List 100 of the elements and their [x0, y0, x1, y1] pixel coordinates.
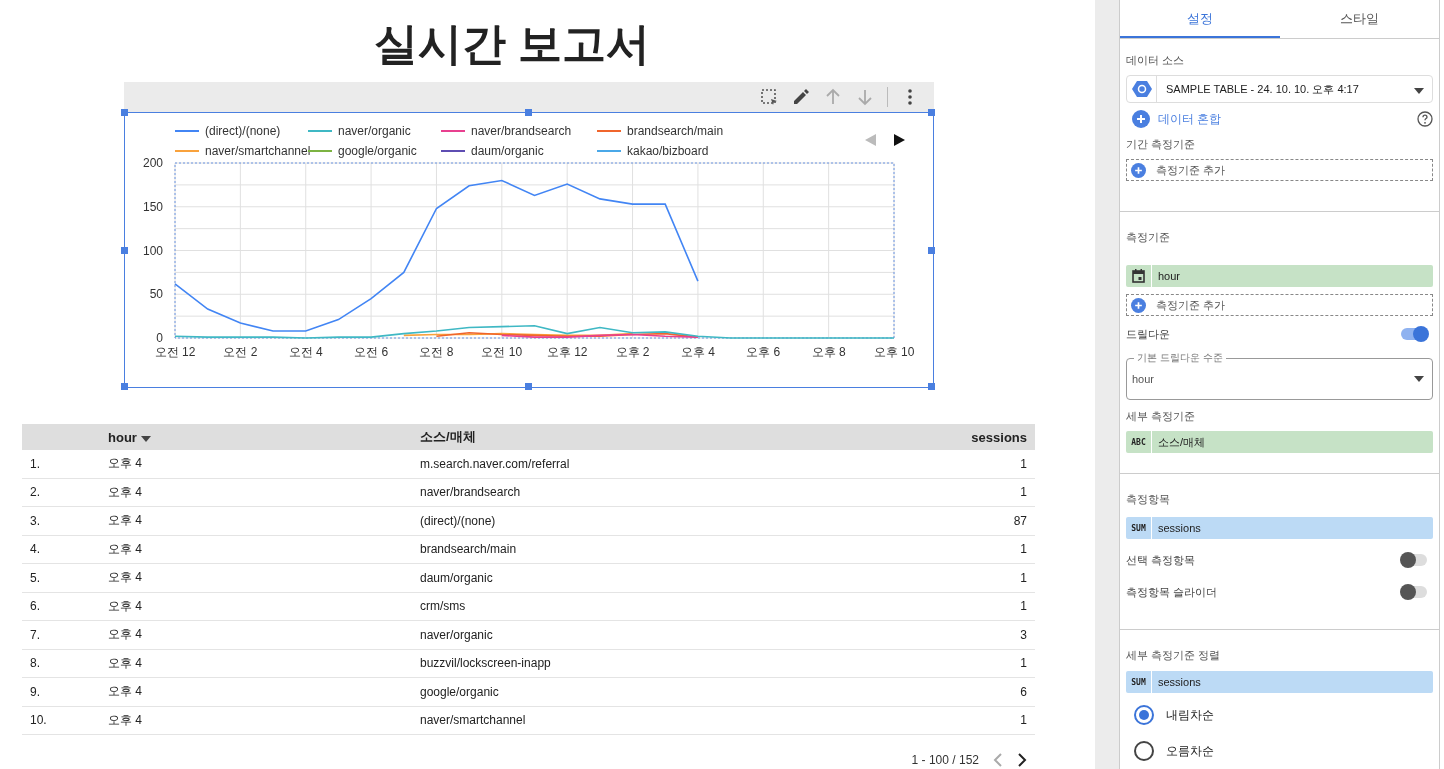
table-cell-text: 오후 4 [108, 455, 143, 473]
resize-handle[interactable] [121, 109, 128, 116]
toggle-switch[interactable] [1401, 328, 1427, 340]
row-number: 10. [29, 713, 48, 728]
table-cell-text: naver/smartchannel [420, 713, 527, 728]
table-cell-text: (direct)/(none) [420, 513, 497, 528]
type-label: SUM [1131, 523, 1146, 533]
table-cell-text: 1 [1019, 713, 1028, 728]
legend-item[interactable]: naver/organic [307, 124, 411, 138]
legend-label: naver/smartchannel [205, 144, 311, 158]
table-cell-text: buzzvil/lockscreen-inapp [420, 656, 552, 671]
y-axis-label: 100 [142, 243, 163, 258]
x-axis-label: 오전 4 [288, 345, 323, 359]
calendar-icon [1132, 269, 1145, 283]
blend-data-link[interactable]: 데이터 혼합 [1158, 110, 1409, 128]
table-cell-text: 1 [1019, 542, 1028, 557]
section-label: 세부 측정기준 [1126, 409, 1197, 424]
caret-icon [1414, 376, 1424, 382]
table-cell-text: 오후 4 [108, 711, 143, 729]
row-number: 3. [29, 513, 41, 528]
row-number: 4. [29, 542, 41, 557]
legend-item[interactable]: naver/brandsearch [440, 124, 572, 138]
legend-item[interactable]: kakao/bizboard [596, 144, 709, 158]
table-cell-text: 3 [1019, 627, 1028, 642]
table-cell-text: 1 [1019, 485, 1028, 500]
resize-handle[interactable] [525, 383, 532, 390]
x-axis-label: 오후 6 [746, 345, 781, 359]
x-axis-label: 오후 8 [811, 345, 846, 359]
y-axis-label: 0 [156, 331, 163, 345]
legend-label: brandsearch/main [627, 124, 724, 138]
panel-tab[interactable]: 스타일 [1279, 2, 1439, 38]
resize-handle[interactable] [121, 383, 128, 390]
x-axis-label: 오전 12 [154, 345, 196, 359]
radio-button[interactable] [1134, 741, 1154, 761]
resize-handle[interactable] [525, 109, 532, 116]
table-cell-text: 오후 4 [108, 654, 143, 672]
field-label: 기본 드릴다운 수준 [1134, 352, 1226, 364]
pencil-icon[interactable] [791, 87, 811, 107]
legend-label: daum/organic [471, 144, 544, 158]
column-header[interactable]: 소스/매체 [420, 428, 835, 446]
type-label: SUM [1131, 677, 1146, 687]
resize-handle[interactable] [121, 247, 128, 254]
legend-label: naver/brandsearch [471, 124, 572, 138]
resize-handle[interactable] [928, 109, 935, 116]
selection-icon[interactable] [759, 87, 779, 107]
table-cell-text: 오후 4 [108, 626, 143, 644]
add-dimension-button[interactable]: 측정기준 추가 [1126, 159, 1433, 181]
field-chip[interactable]: hour [1126, 265, 1433, 287]
x-axis-label: 오후 2 [615, 345, 650, 359]
legend-item[interactable]: (direct)/(none) [174, 124, 281, 138]
table-cell-text: brandsearch/main [420, 542, 518, 557]
y-axis-label: 50 [149, 287, 163, 302]
resize-handle[interactable] [928, 247, 935, 254]
row-number: 2. [29, 485, 41, 500]
x-axis-label: 오후 4 [680, 345, 715, 359]
field-chip[interactable]: SUM sessions [1126, 517, 1433, 539]
row-number: 7. [29, 627, 41, 642]
caret-icon [1414, 88, 1424, 94]
toggle-switch[interactable] [1401, 586, 1427, 598]
table-cell-text: 1 [1019, 599, 1028, 614]
toggle-switch[interactable] [1401, 554, 1427, 566]
drilldown-level-select[interactable]: 기본 드릴다운 수준 hour [1126, 352, 1433, 400]
add-dimension-button[interactable]: 측정기준 추가 [1126, 294, 1433, 316]
x-axis-label: 오후 12 [546, 345, 588, 359]
chart-card[interactable] [124, 112, 934, 388]
row-number: 5. [29, 570, 41, 585]
x-axis-label: 오전 10 [481, 345, 523, 359]
legend-item[interactable]: naver/smartchannel [174, 144, 311, 158]
toggle-label: 드릴다운 [1126, 326, 1170, 342]
previous-page-icon[interactable] [993, 753, 1003, 767]
panel-tab[interactable]: 설정 [1120, 2, 1280, 38]
table-cell-text: daum/organic [420, 570, 494, 585]
table-cell-text: 87 [1012, 513, 1028, 528]
radio-button[interactable] [1134, 705, 1154, 725]
plus-icon [1132, 110, 1150, 128]
data-source-select[interactable]: SAMPLE TABLE - 24. 10. 10. 오후 4:17 [1126, 75, 1433, 103]
field-chip[interactable]: SUM sessions [1126, 671, 1433, 693]
legend-item[interactable]: brandsearch/main [596, 124, 724, 138]
column-header[interactable]: hour [108, 429, 420, 445]
next-page-icon[interactable] [1017, 753, 1027, 767]
radio-label[interactable]: 오름차순 [1166, 742, 1214, 760]
pagination-text: 1 - 100 / 152 [911, 753, 979, 767]
table-cell-text: 1 [1019, 570, 1028, 585]
field-chip[interactable]: ABC 소스/매체 [1126, 431, 1433, 453]
section-label: 측정기준 [1126, 230, 1171, 245]
legend-label: kakao/bizboard [627, 144, 709, 158]
table-cell-text: 6 [1019, 684, 1028, 699]
plus-icon [1131, 162, 1146, 178]
legend-label: (direct)/(none) [205, 124, 281, 138]
y-axis-label: 150 [142, 199, 163, 214]
column-header[interactable]: sessions [835, 429, 1035, 445]
legend-item[interactable]: daum/organic [440, 144, 544, 158]
resize-handle[interactable] [928, 383, 935, 390]
radio-label[interactable]: 내림차순 [1166, 706, 1214, 724]
type-label: ABC [1131, 437, 1146, 447]
table-cell-text: 1 [1019, 656, 1028, 671]
table-cell-text: naver/organic [420, 627, 494, 642]
next-arrow-icon[interactable] [894, 134, 905, 146]
table-cell-text: 오후 4 [108, 683, 143, 701]
help-icon[interactable] [1417, 111, 1433, 127]
